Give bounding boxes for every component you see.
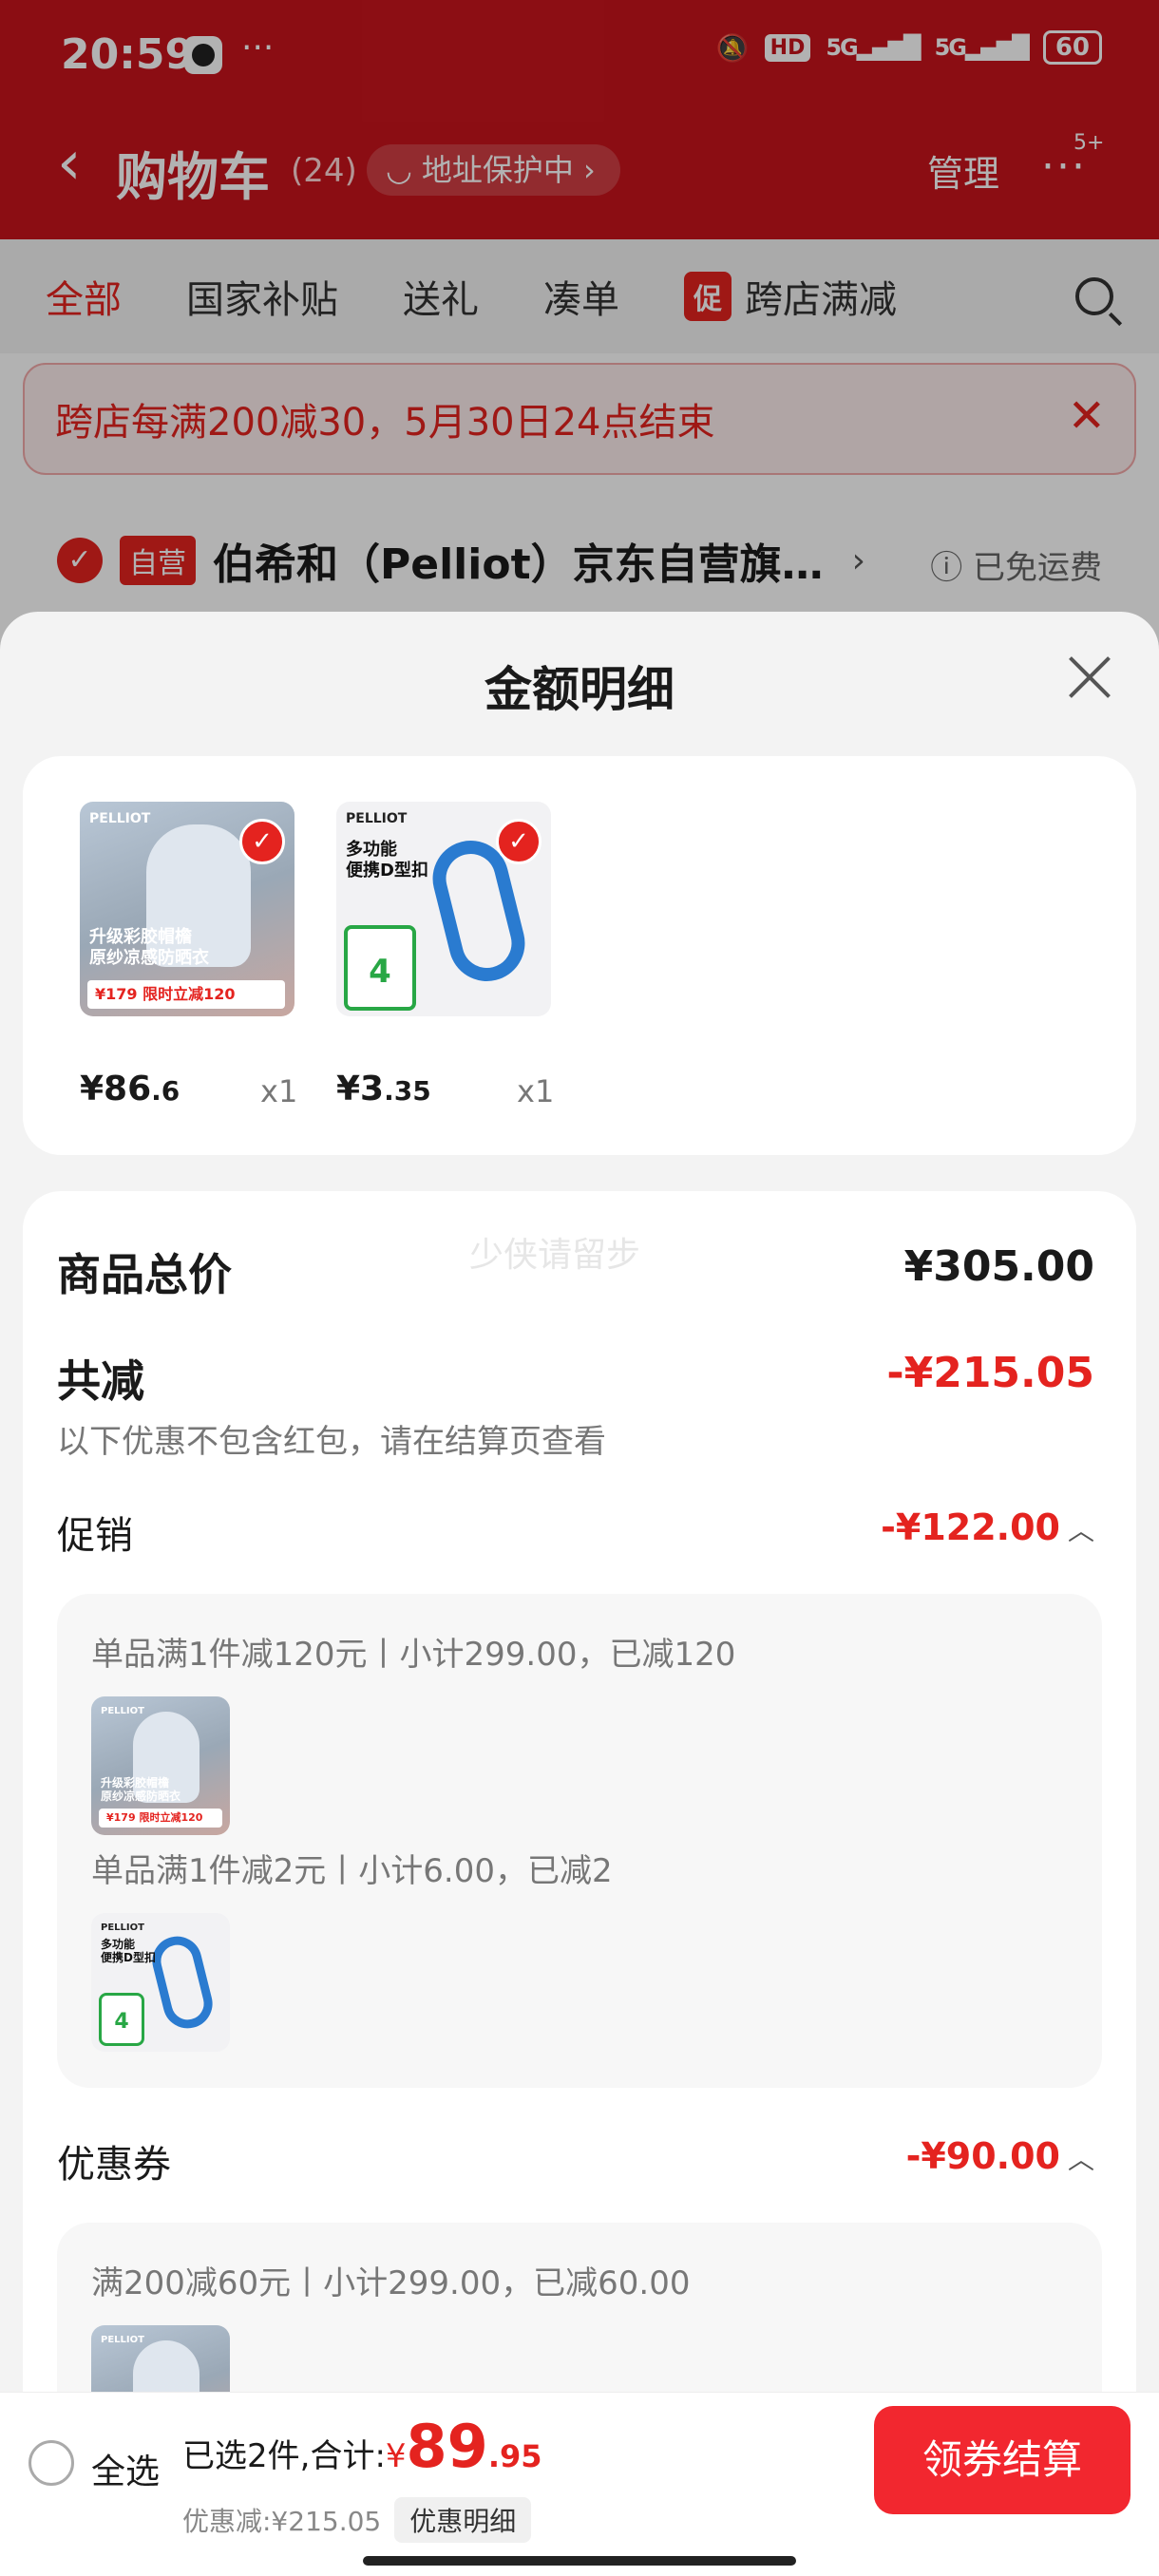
subsidy-tag: 4: [344, 925, 416, 1011]
carabiner-shape: [146, 1931, 218, 2034]
brand-logo: PELLIOT: [101, 1706, 144, 1716]
discount-detail-button[interactable]: 优惠明细: [394, 2497, 532, 2543]
currency-symbol: ¥: [385, 2437, 407, 2475]
product-image-jacket: PELLIOT 升级彩胶帽檐 原纱凉感防晒衣 ¥179 限时立减120 ✓: [80, 802, 294, 1016]
promotion-value: -¥122.00: [881, 1506, 1060, 1548]
checkout-bar: 全选 已选2件,合计:¥89.95 优惠减:¥215.05 优惠明细 领券结算: [0, 2392, 1159, 2576]
product-thumbnail: PELLIOT: [91, 2325, 230, 2392]
total-reduction-label: 共减: [57, 1355, 144, 1407]
amount-detail-sheet: 金额明细 PELLIOT 升级彩胶帽檐 原纱凉感防晒衣 ¥179 限时立减120…: [0, 612, 1159, 2392]
discount-line: 优惠减:¥215.05 优惠明细: [182, 2497, 532, 2543]
product-image-carabiner: PELLIOT 多功能 便携D型扣 4: [91, 1913, 230, 2052]
selected-count-label: 已选2件,合计:: [182, 2437, 386, 2475]
total-reduction-value: -¥215.05: [886, 1349, 1094, 1397]
model-figure: [133, 2340, 200, 2392]
product-image-price: ¥179 限时立减120: [99, 1809, 222, 1828]
checkout-button[interactable]: 领券结算: [874, 2406, 1130, 2514]
product-quantity: x1: [260, 1073, 298, 1109]
promotion-details: 单品满1件减120元丨小计299.00，已减120 PELLIOT 升级彩胶帽檐…: [57, 1594, 1102, 2088]
product-image-carabiner: PELLIOT 多功能 便携D型扣 4 ✓: [336, 802, 551, 1016]
promotion-line: 单品满1件减2元丨小计6.00，已减2: [91, 1852, 613, 1890]
coupon-details: 满200减60元丨小计299.00，已减60.00 PELLIOT: [57, 2223, 1102, 2392]
promotion-line: 单品满1件减120元丨小计299.00，已减120: [91, 1636, 736, 1674]
product-thumbnail: PELLIOT 多功能 便携D型扣 4: [91, 1913, 230, 2052]
chevron-up-icon: ︿: [1067, 1515, 1094, 1546]
close-icon[interactable]: [1066, 653, 1113, 701]
sheet-title: 金额明细: [484, 662, 674, 717]
price-breakdown-card: 少侠请留步 商品总价 ¥305.00 共减 -¥215.05 以下优惠不包含红包…: [23, 1191, 1136, 2392]
reduction-note: 以下优惠不包含红包，请在结算页查看: [57, 1423, 606, 1461]
selected-check-icon: ✓: [496, 819, 542, 864]
product-image-caption: 多功能 便携D型扣: [101, 1938, 156, 1964]
brand-logo: PELLIOT: [101, 1923, 144, 1933]
home-indicator[interactable]: [363, 2556, 796, 2566]
select-all-checkbox[interactable]: [28, 2440, 74, 2486]
promotion-label: 促销: [57, 1514, 133, 1558]
promotion-toggle[interactable]: -¥122.00 ︿: [881, 1506, 1094, 1548]
product-image-price: ¥179 限时立减120: [87, 980, 285, 1009]
product-image-jacket: PELLIOT: [91, 2325, 230, 2392]
coupon-toggle[interactable]: -¥90.00 ︿: [906, 2135, 1094, 2177]
total-price-value: ¥305.00: [903, 1242, 1094, 1291]
coupon-line: 满200减60元丨小计299.00，已减60.00: [91, 2264, 691, 2302]
chevron-up-icon: ︿: [1067, 2144, 1094, 2175]
brand-logo: PELLIOT: [346, 811, 408, 826]
product-price: ¥86.6: [80, 1070, 180, 1108]
total-price-label: 商品总价: [57, 1249, 232, 1300]
product-image-caption: 升级彩胶帽檐 原纱凉感防晒衣: [89, 927, 209, 968]
watermark: 少侠请留步: [469, 1236, 641, 1275]
select-all-label[interactable]: 全选: [91, 2444, 160, 2493]
product-image-caption: 升级彩胶帽檐 原纱凉感防晒衣: [101, 1776, 181, 1803]
selected-check-icon: ✓: [239, 819, 285, 864]
subsidy-tag: 4: [99, 1993, 144, 2046]
product-item[interactable]: PELLIOT 多功能 便携D型扣 4 ✓ ¥3.35 x1: [336, 802, 555, 1109]
product-item[interactable]: PELLIOT 升级彩胶帽檐 原纱凉感防晒衣 ¥179 限时立减120 ✓ ¥8…: [80, 802, 298, 1109]
coupon-value: -¥90.00: [905, 2135, 1060, 2177]
product-image-caption: 多功能 便携D型扣: [346, 840, 428, 881]
product-price: ¥3.35: [336, 1070, 431, 1108]
brand-logo: PELLIOT: [89, 811, 151, 826]
total-summary: 已选2件,合计:¥89.95: [182, 2412, 542, 2481]
coupon-label: 优惠券: [57, 2143, 171, 2187]
discount-amount: 优惠减:¥215.05: [182, 2506, 382, 2537]
product-quantity: x1: [517, 1073, 555, 1109]
total-amount-integer: 89: [406, 2412, 488, 2481]
total-amount-decimal: .95: [487, 2438, 542, 2474]
selected-products-card: PELLIOT 升级彩胶帽檐 原纱凉感防晒衣 ¥179 限时立减120 ✓ ¥8…: [23, 756, 1136, 1155]
brand-logo: PELLIOT: [101, 2335, 144, 2345]
product-thumbnail: PELLIOT 升级彩胶帽檐 原纱凉感防晒衣 ¥179 限时立减120: [91, 1696, 230, 1835]
product-image-jacket: PELLIOT 升级彩胶帽檐 原纱凉感防晒衣 ¥179 限时立减120: [91, 1696, 230, 1835]
